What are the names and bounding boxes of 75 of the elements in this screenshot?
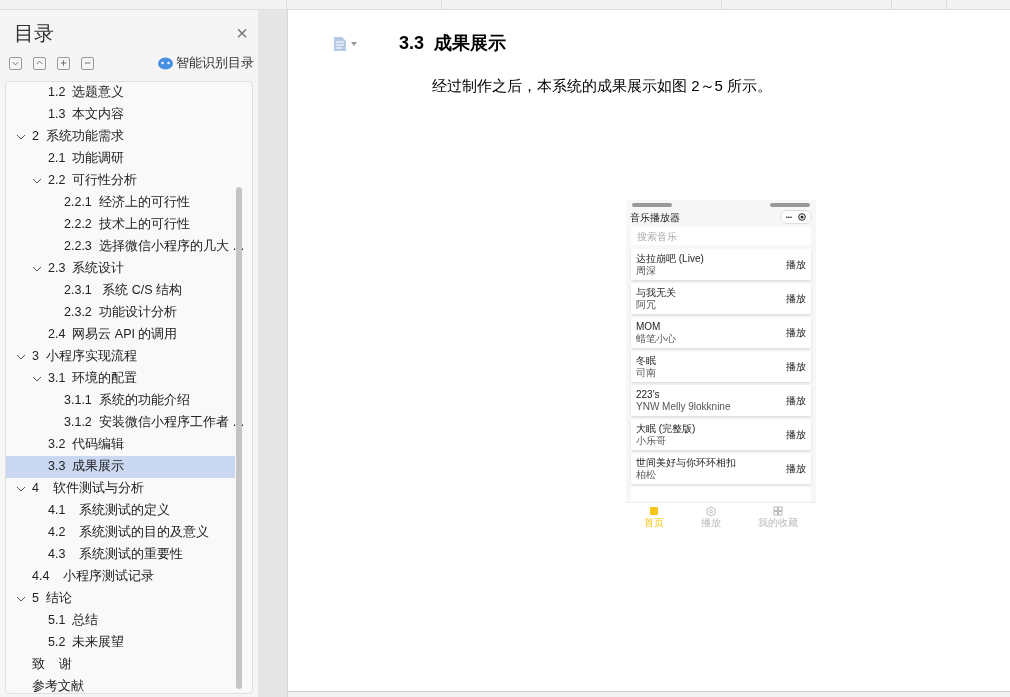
song-title: 达拉崩吧 (Live) xyxy=(636,253,704,265)
app-title: 音乐播放器 xyxy=(630,210,680,225)
artist-name: 小乐哥 xyxy=(636,434,667,446)
toc-item[interactable]: 3.1.2 安装微信小程序工作者 … xyxy=(6,411,252,434)
toc-item[interactable]: 4.3 系统测试的重要性 xyxy=(6,543,252,566)
toc-item[interactable]: 2.3.1 系统 C/S 结构 xyxy=(6,279,252,302)
toc-item[interactable]: 3.1.1 系统的功能介绍 xyxy=(6,389,252,412)
toc-item[interactable]: 2.1 功能调研 xyxy=(6,147,252,170)
toc-item[interactable]: 5.1 总结 xyxy=(6,609,252,632)
song-card[interactable]: 223's YNW Melly 9lokknine 播放 xyxy=(631,385,811,416)
grid-icon xyxy=(772,505,783,517)
toc-item[interactable]: 2.2 可行性分析 xyxy=(6,169,252,192)
song-title: 223's xyxy=(636,389,661,401)
toc-item[interactable]: 2.3 系统设计 xyxy=(6,257,252,280)
song-card[interactable]: 冬眠 司南 播放 xyxy=(631,351,811,382)
play-button[interactable]: 播放 xyxy=(786,359,806,374)
toc-item[interactable]: 3.2 代码编辑 xyxy=(6,433,252,456)
song-title: 与我无关 xyxy=(636,287,676,299)
play-button[interactable]: 播放 xyxy=(786,291,806,306)
song-title: 冬眠 xyxy=(636,355,656,367)
song-title: MOM xyxy=(636,321,662,333)
smart-toc-button[interactable]: 智能识别目录 xyxy=(158,54,254,73)
toc-item[interactable]: 4.4 小程序测试记录 xyxy=(6,565,252,588)
toc-item[interactable]: 致 谢 xyxy=(6,653,252,676)
artist-name: 周深 xyxy=(636,264,657,276)
toc-item[interactable]: 2 系统功能需求 xyxy=(6,125,252,148)
play-button[interactable]: 播放 xyxy=(786,325,806,340)
song-card[interactable]: 世间美好与你环环相扣 柏松 播放 xyxy=(631,453,811,484)
expand-all-button[interactable] xyxy=(9,56,22,70)
toc-item[interactable]: 4 软件测试与分析 xyxy=(6,477,252,500)
panel-title: 目录 xyxy=(14,21,54,46)
close-button[interactable]: × xyxy=(236,23,248,43)
collapse-button[interactable] xyxy=(81,56,94,70)
expand-button[interactable] xyxy=(57,56,70,70)
section-heading: 成果展示 xyxy=(434,32,507,55)
play-button[interactable]: 播放 xyxy=(786,257,806,272)
toc-item[interactable]: 4.1 系统测试的定义 xyxy=(6,499,252,522)
toc-item[interactable]: 2.2.2 技术上的可行性 xyxy=(6,213,252,236)
toc-item[interactable]: 参考文献 xyxy=(6,675,252,693)
collapse-all-button[interactable] xyxy=(33,56,46,70)
artist-name: YNW Melly 9lokknine xyxy=(636,400,731,412)
body-paragraph: 经过制作之后，本系统的成果展示如图 2～5 所示。 xyxy=(432,76,774,96)
toc-item[interactable]: 3 小程序实现流程 xyxy=(6,345,252,368)
heading-number: 3.3 xyxy=(399,32,425,55)
song-card[interactable]: 达拉崩吧 (Live) 周深 播放 xyxy=(631,249,811,280)
scrollbar-thumb[interactable] xyxy=(236,186,242,689)
song-title: 大眠 (完整版) xyxy=(636,423,696,435)
toc-item[interactable]: 3.1 环境的配置 xyxy=(6,367,252,390)
target-icon[interactable] xyxy=(798,213,806,221)
toc-item[interactable]: 2.2.3 选择微信小程序的几大 … xyxy=(6,235,252,258)
hexagon-icon xyxy=(706,505,716,517)
status-icons xyxy=(770,202,810,207)
home-icon xyxy=(649,505,660,517)
artist-name: 阿冗 xyxy=(636,298,657,310)
toc-item[interactable]: 1.3 本文内容 xyxy=(6,103,252,126)
status-icons xyxy=(632,202,672,207)
artist-name: 柏松 xyxy=(636,468,657,480)
toc-item[interactable]: 5.2 未来展望 xyxy=(6,631,252,654)
robot-icon xyxy=(158,56,173,70)
play-button[interactable]: 播放 xyxy=(786,461,806,476)
play-button[interactable]: 播放 xyxy=(786,393,806,408)
artist-name: 蜡笔小心 xyxy=(636,332,676,344)
toc-item[interactable]: 3.3 成果展示 xyxy=(6,455,235,478)
toc-item[interactable]: 2.3.2 功能设计分析 xyxy=(6,301,252,324)
song-title: 世间美好与你环环相扣 xyxy=(636,457,736,469)
toc-item[interactable]: 1.2 选题意义 xyxy=(6,81,252,104)
song-card[interactable]: 与我无关 阿冗 播放 xyxy=(631,283,811,314)
toc-item[interactable]: 2.4 网易云 API 的调用 xyxy=(6,323,252,346)
song-card[interactable]: MOM 蜡笔小心 播放 xyxy=(631,317,811,348)
toc-item[interactable]: 2.2.1 经济上的可行性 xyxy=(6,191,252,214)
play-button[interactable]: 播放 xyxy=(786,427,806,442)
artist-name: 司南 xyxy=(636,366,656,378)
toc-item[interactable]: 4.2 系统测试的目的及意义 xyxy=(6,521,252,544)
song-card[interactable]: 大眠 (完整版) 小乐哥 播放 xyxy=(631,419,811,450)
toc-item[interactable]: 5 结论 xyxy=(6,587,252,610)
